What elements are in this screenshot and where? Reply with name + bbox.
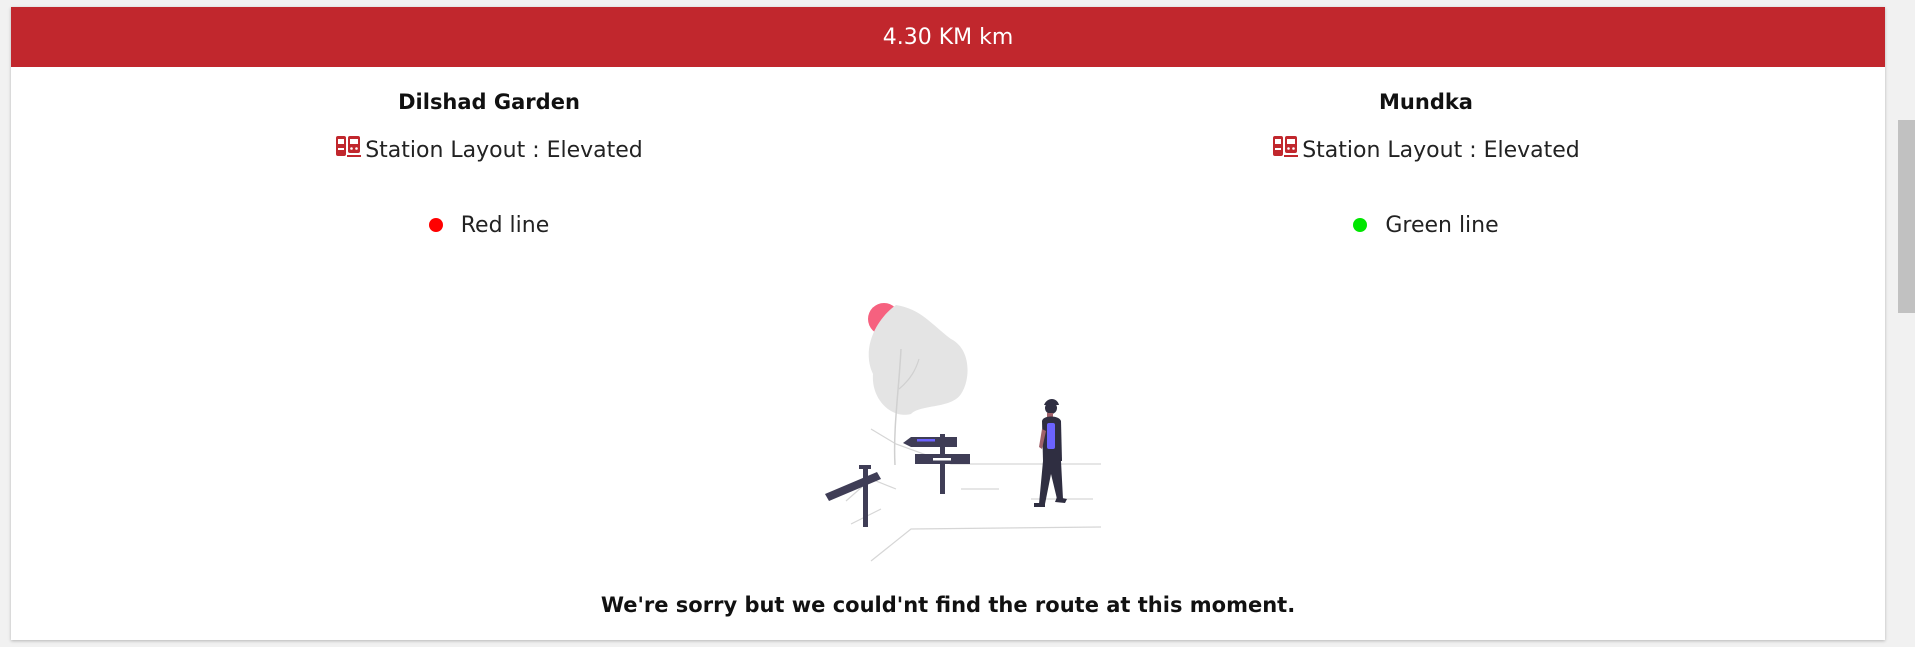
from-station-line: Red line [189, 213, 789, 238]
red-line-dot [428, 217, 443, 232]
to-station-line-name: Green line [1385, 213, 1499, 238]
to-station-line: Green line [1126, 213, 1726, 238]
page-scrollbar-thumb[interactable] [1898, 120, 1915, 313]
distance-banner: 4.30 KM km [11, 7, 1885, 67]
page: 4.30 KM km Dilshad Garden Station Layout… [0, 0, 1915, 647]
train-icon [336, 135, 362, 157]
lost-walker-illustration [825, 303, 1101, 562]
from-station: Dilshad Garden Station Layout : Elevated… [189, 67, 789, 238]
to-station-layout-text: Station Layout : Elevated [1302, 138, 1580, 163]
from-station-layout-text: Station Layout : Elevated [365, 138, 643, 163]
distance-label: 4.30 KM km [882, 24, 1014, 50]
from-station-line-name: Red line [460, 213, 550, 238]
to-station: Mundka Station Layout : Elevated Green l… [1126, 67, 1726, 238]
route-card: 4.30 KM km Dilshad Garden Station Layout… [11, 7, 1885, 640]
train-icon [1273, 135, 1299, 157]
to-station-name: Mundka [1379, 90, 1473, 114]
page-scrollbar[interactable] [1896, 0, 1915, 647]
green-line-dot [1353, 217, 1368, 232]
from-station-name: Dilshad Garden [398, 90, 580, 114]
from-station-layout: Station Layout : Elevated [189, 135, 789, 163]
to-station-layout: Station Layout : Elevated [1126, 135, 1726, 163]
no-route-message: We're sorry but we could'nt find the rou… [600, 593, 1296, 617]
